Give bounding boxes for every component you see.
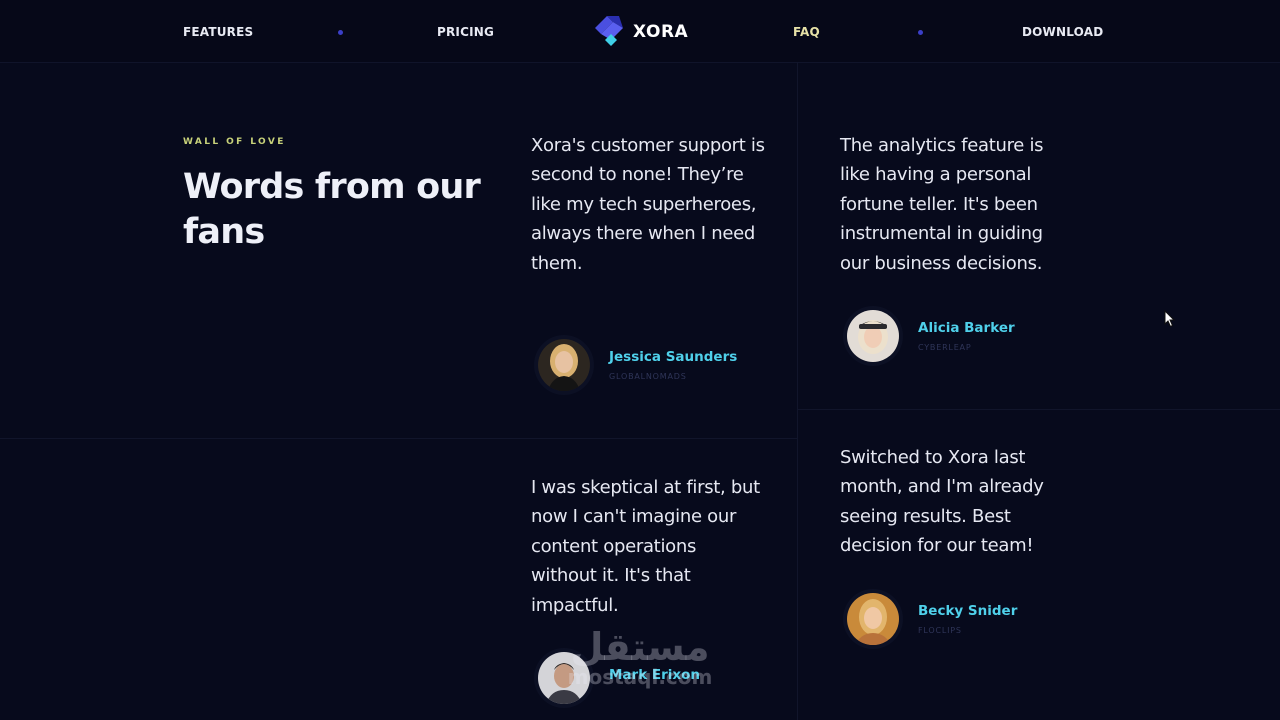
row-divider-left bbox=[0, 438, 797, 439]
avatar bbox=[538, 652, 590, 704]
page: FEATURES PRICING XORA FAQ DOWNLOAD WALL … bbox=[0, 0, 1280, 720]
author-company: FLOCLIPS bbox=[918, 626, 962, 635]
avatar bbox=[847, 593, 899, 645]
testimonial-card-alicia: The analytics feature is like having a p… bbox=[840, 131, 1075, 278]
navbar: FEATURES PRICING XORA FAQ DOWNLOAD bbox=[0, 0, 1280, 63]
logo-text: XORA bbox=[633, 22, 689, 42]
testimonial-card-jessica: Xora's customer support is second to non… bbox=[531, 131, 766, 278]
section-title: Words from our fans bbox=[183, 167, 481, 252]
nav-dot-left bbox=[338, 30, 343, 35]
author-name: Mark Erixon bbox=[609, 666, 700, 683]
avatar bbox=[538, 339, 590, 391]
author-name: Becky Snider bbox=[918, 603, 1018, 619]
section-eyebrow: WALL OF LOVE bbox=[183, 137, 286, 147]
testimonial-quote: The analytics feature is like having a p… bbox=[840, 135, 1044, 274]
testimonial-card-becky: Switched to Xora last month, and I'm alr… bbox=[840, 443, 1075, 561]
nav-link-faq[interactable]: FAQ bbox=[793, 25, 820, 39]
testimonial-quote: Xora's customer support is second to non… bbox=[531, 135, 765, 274]
row-divider-right bbox=[798, 409, 1280, 410]
testimonial-author-becky: Becky Snider FLOCLIPS bbox=[847, 593, 1017, 645]
testimonial-author-alicia: Alicia Barker CYBERLEAP bbox=[847, 310, 1015, 362]
author-name: Alicia Barker bbox=[918, 320, 1015, 336]
logo[interactable]: XORA bbox=[593, 16, 688, 48]
testimonial-quote: Switched to Xora last month, and I'm alr… bbox=[840, 447, 1044, 557]
testimonial-author-mark: Mark Erixon bbox=[538, 652, 700, 704]
author-name: Jessica Saunders bbox=[609, 349, 738, 365]
nav-link-features[interactable]: FEATURES bbox=[183, 25, 253, 39]
author-company: CYBERLEAP bbox=[918, 343, 972, 352]
testimonial-card-mark: I was skeptical at first, but now I can'… bbox=[531, 473, 766, 620]
column-divider bbox=[797, 62, 798, 720]
xora-logo-icon bbox=[595, 16, 623, 46]
nav-link-download[interactable]: DOWNLOAD bbox=[1022, 25, 1103, 39]
avatar bbox=[847, 310, 899, 362]
nav-link-pricing[interactable]: PRICING bbox=[437, 25, 494, 39]
nav-dot-right bbox=[918, 30, 923, 35]
mouse-cursor-icon bbox=[1164, 309, 1176, 332]
author-company: GLOBALNOMADS bbox=[609, 372, 687, 381]
testimonial-quote: I was skeptical at first, but now I can'… bbox=[531, 477, 760, 616]
testimonial-author-jessica: Jessica Saunders GLOBALNOMADS bbox=[538, 339, 737, 391]
